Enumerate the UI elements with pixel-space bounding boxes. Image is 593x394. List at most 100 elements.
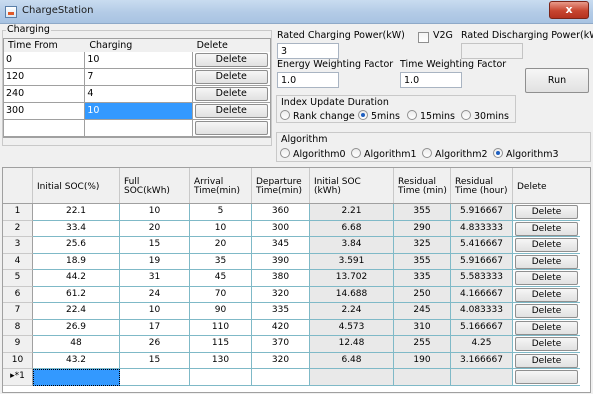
col-header-delete[interactable]: Delete bbox=[193, 39, 270, 52]
arrival-time-cell[interactable] bbox=[190, 369, 252, 386]
arrival-time-cell[interactable]: 115 bbox=[190, 336, 252, 353]
run-button[interactable]: Run bbox=[525, 68, 589, 93]
initial-soc-pct-cell[interactable]: 26.9 bbox=[33, 319, 120, 336]
departure-time-cell[interactable]: 335 bbox=[252, 303, 310, 320]
v2g-checkbox[interactable] bbox=[418, 32, 429, 43]
charging-cell[interactable]: 7 bbox=[85, 69, 193, 86]
row-number[interactable]: 9 bbox=[3, 336, 33, 353]
row-number[interactable]: 5 bbox=[3, 270, 33, 287]
delete-button[interactable]: Delete bbox=[515, 271, 578, 285]
initial-soc-pct-cell[interactable]: 48 bbox=[33, 336, 120, 353]
rated-charging-power-input[interactable]: 3 bbox=[277, 43, 339, 59]
radio-algorithm3[interactable]: Algorithm3 bbox=[493, 148, 559, 160]
arrival-time-cell[interactable]: 45 bbox=[190, 270, 252, 287]
row-number[interactable]: 10 bbox=[3, 352, 33, 369]
arrival-time-cell[interactable]: 130 bbox=[190, 352, 252, 369]
departure-time-cell[interactable]: 360 bbox=[252, 204, 310, 221]
delete-button[interactable] bbox=[515, 370, 578, 384]
full-soc-cell[interactable]: 26 bbox=[120, 336, 190, 353]
initial-soc-pct-cell[interactable]: 33.4 bbox=[33, 220, 120, 237]
delete-button[interactable]: Delete bbox=[515, 353, 578, 368]
radio-5mins[interactable]: 5mins bbox=[358, 110, 400, 122]
delete-button[interactable]: Delete bbox=[515, 287, 578, 302]
full-soc-cell[interactable]: 15 bbox=[120, 352, 190, 369]
radio-rank-change[interactable]: Rank change bbox=[280, 110, 355, 122]
col-header-delete[interactable]: Delete bbox=[513, 168, 580, 203]
delete-button[interactable]: Delete bbox=[515, 320, 578, 335]
delete-button[interactable]: Delete bbox=[515, 254, 578, 269]
delete-button[interactable]: Delete bbox=[515, 304, 578, 318]
rated-discharging-power-input[interactable] bbox=[461, 43, 523, 59]
initial-soc-pct-cell[interactable]: 43.2 bbox=[33, 352, 120, 369]
arrival-time-cell[interactable]: 5 bbox=[190, 204, 252, 221]
radio-30mins[interactable]: 30mins bbox=[461, 110, 509, 122]
col-header-departure-time[interactable]: Departure Time(min) bbox=[252, 168, 310, 203]
initial-soc-pct-cell-selected[interactable] bbox=[33, 369, 120, 386]
col-header-initial-soc-kwh[interactable]: Initial SOC (kWh) bbox=[310, 168, 394, 203]
departure-time-cell[interactable]: 345 bbox=[252, 237, 310, 254]
arrival-time-cell[interactable]: 70 bbox=[190, 286, 252, 303]
row-number[interactable]: 7 bbox=[3, 303, 33, 320]
departure-time-cell[interactable]: 370 bbox=[252, 336, 310, 353]
charging-cell-selected[interactable]: 10 bbox=[85, 103, 193, 120]
initial-soc-pct-cell[interactable]: 25.6 bbox=[33, 237, 120, 254]
arrival-time-cell[interactable]: 20 bbox=[190, 237, 252, 254]
delete-button[interactable]: Delete bbox=[194, 104, 268, 118]
time-from-cell[interactable]: 0 bbox=[4, 52, 86, 69]
departure-time-cell[interactable]: 420 bbox=[252, 319, 310, 336]
full-soc-cell[interactable]: 31 bbox=[120, 270, 190, 287]
radio-algorithm0[interactable]: Algorithm0 bbox=[280, 148, 346, 160]
departure-time-cell[interactable]: 300 bbox=[252, 220, 310, 237]
arrival-time-cell[interactable]: 35 bbox=[190, 253, 252, 270]
row-number[interactable]: 4 bbox=[3, 253, 33, 270]
time-from-cell[interactable]: 300 bbox=[4, 103, 86, 120]
close-button[interactable]: x bbox=[549, 1, 589, 19]
delete-button[interactable]: Delete bbox=[515, 205, 578, 219]
arrival-time-cell[interactable]: 110 bbox=[190, 319, 252, 336]
delete-button[interactable] bbox=[194, 121, 268, 135]
initial-soc-pct-cell[interactable]: 61.2 bbox=[33, 286, 120, 303]
time-from-cell[interactable]: 240 bbox=[4, 86, 86, 103]
row-number[interactable]: 3 bbox=[3, 237, 33, 254]
row-number[interactable]: 2 bbox=[3, 220, 33, 237]
col-header-charging[interactable]: Charging bbox=[85, 39, 192, 52]
departure-time-cell[interactable]: 390 bbox=[252, 253, 310, 270]
full-soc-cell[interactable]: 10 bbox=[120, 303, 190, 320]
departure-time-cell[interactable] bbox=[252, 369, 310, 386]
radio-algorithm2[interactable]: Algorithm2 bbox=[422, 148, 488, 160]
full-soc-cell[interactable]: 15 bbox=[120, 237, 190, 254]
initial-soc-pct-cell[interactable]: 44.2 bbox=[33, 270, 120, 287]
full-soc-cell[interactable]: 17 bbox=[120, 319, 190, 336]
delete-button[interactable]: Delete bbox=[515, 221, 578, 236]
col-header-residual-time-hour[interactable]: Residual Time (hour) bbox=[451, 168, 513, 203]
energy-weighting-input[interactable]: 1.0 bbox=[277, 72, 339, 88]
time-from-cell[interactable]: 120 bbox=[4, 69, 86, 86]
full-soc-cell[interactable]: 10 bbox=[120, 204, 190, 221]
full-soc-cell[interactable]: 24 bbox=[120, 286, 190, 303]
full-soc-cell[interactable]: 20 bbox=[120, 220, 190, 237]
delete-button[interactable]: Delete bbox=[515, 337, 578, 351]
time-from-cell[interactable] bbox=[4, 120, 86, 137]
row-number[interactable]: 8 bbox=[3, 319, 33, 336]
col-header-time-from[interactable]: Time From bbox=[4, 39, 85, 52]
row-number[interactable]: 6 bbox=[3, 286, 33, 303]
charging-cell[interactable]: 4 bbox=[85, 86, 193, 103]
initial-soc-pct-cell[interactable]: 22.1 bbox=[33, 204, 120, 221]
radio-15mins[interactable]: 15mins bbox=[407, 110, 455, 122]
arrival-time-cell[interactable]: 90 bbox=[190, 303, 252, 320]
charging-cell[interactable] bbox=[85, 120, 193, 137]
col-header-arrival-time[interactable]: Arrival Time(min) bbox=[190, 168, 252, 203]
charging-cell[interactable]: 10 bbox=[85, 52, 193, 69]
delete-button[interactable]: Delete bbox=[194, 87, 268, 101]
delete-button[interactable]: Delete bbox=[194, 70, 268, 84]
col-header-initial-soc-pct[interactable]: Initial SOC(%) bbox=[33, 168, 120, 203]
delete-button[interactable]: Delete bbox=[194, 53, 268, 67]
col-header-full-soc[interactable]: Full SOC(kWh) bbox=[120, 168, 190, 203]
full-soc-cell[interactable]: 19 bbox=[120, 253, 190, 270]
departure-time-cell[interactable]: 380 bbox=[252, 270, 310, 287]
initial-soc-pct-cell[interactable]: 22.4 bbox=[33, 303, 120, 320]
delete-button[interactable]: Delete bbox=[515, 238, 578, 252]
time-weighting-input[interactable]: 1.0 bbox=[400, 72, 462, 88]
col-header-residual-time-min[interactable]: Residual Time (min) bbox=[394, 168, 451, 203]
departure-time-cell[interactable]: 320 bbox=[252, 352, 310, 369]
